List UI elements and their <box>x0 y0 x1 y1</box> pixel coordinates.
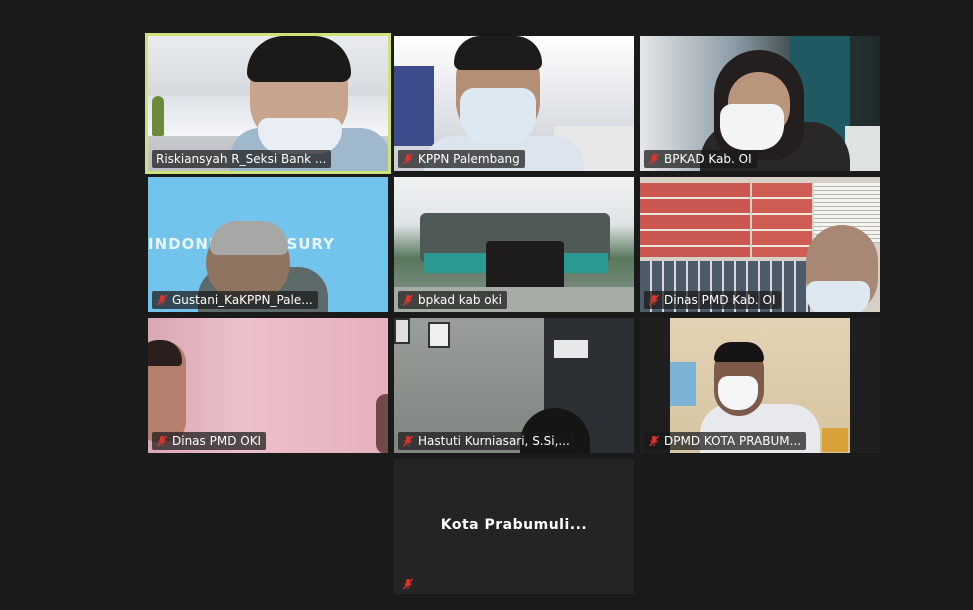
person-head <box>376 394 388 453</box>
participant-name: Dinas PMD Kab. OI <box>664 293 776 307</box>
participant-name: Riskiansyah R_Seksi Bank ... <box>156 152 327 166</box>
cabinet-label <box>554 340 588 358</box>
participant-name: KPPN Palembang <box>418 152 520 166</box>
muted-microphone-icon <box>402 153 414 165</box>
muted-microphone-icon <box>402 435 414 447</box>
shelf-files <box>752 183 812 257</box>
muted-microphone-icon <box>648 435 660 447</box>
person-hair <box>714 342 764 362</box>
participant-name: Hastuti Kurniasari, S.Si,... <box>418 434 570 448</box>
muted-microphone-icon <box>648 294 660 306</box>
face-mask <box>806 281 870 312</box>
face-mask <box>718 376 758 410</box>
participant-tile-dinas-pmd-oki[interactable]: Dinas PMD OKI <box>148 318 388 453</box>
face-mask <box>720 104 784 150</box>
participant-name-tag <box>398 577 419 591</box>
person-hair <box>210 221 288 255</box>
participant-tile-bpkad-kab-oi[interactable]: BPKAD Kab. OI <box>640 36 880 171</box>
video-background-detail <box>394 66 434 146</box>
participant-tile-kota-prabumulih[interactable]: Kota Prabumuli... <box>394 459 634 594</box>
person-hair <box>247 36 351 82</box>
participant-name-tag: Dinas PMD Kab. OI <box>644 291 781 309</box>
muted-microphone-icon <box>648 153 660 165</box>
participant-name-tag: Gustani_KaKPPN_Pale... <box>152 291 318 309</box>
participant-name: DPMD KOTA PRABUM... <box>664 434 802 448</box>
participant-name-tag: KPPN Palembang <box>398 150 525 168</box>
participant-name: Gustani_KaKPPN_Pale... <box>172 293 313 307</box>
muted-microphone-icon <box>156 294 168 306</box>
person-hair <box>148 340 182 366</box>
participant-tile-hastuti[interactable]: Hastuti Kurniasari, S.Si,... <box>394 318 634 453</box>
muted-microphone-icon <box>156 435 168 447</box>
participant-tile-dinas-pmd-kab-oi[interactable]: Dinas PMD Kab. OI <box>640 177 880 312</box>
desk-object <box>822 428 848 452</box>
participant-name-tag: Dinas PMD OKI <box>152 432 267 450</box>
wall-frame <box>428 322 450 348</box>
participant-tile-kppn-palembang[interactable]: KPPN Palembang <box>394 36 634 171</box>
participant-name-tag: DPMD KOTA PRABUM... <box>644 432 807 450</box>
face-mask <box>460 88 536 144</box>
participant-name-tag: Hastuti Kurniasari, S.Si,... <box>398 432 575 450</box>
plant-decoration <box>152 96 164 136</box>
face-mask <box>258 118 342 154</box>
participant-name: Dinas PMD OKI <box>172 434 262 448</box>
muted-microphone-icon <box>402 578 414 590</box>
participant-name-tag: Riskiansyah R_Seksi Bank ... <box>152 150 332 168</box>
participant-name-tag: BPKAD Kab. OI <box>644 150 757 168</box>
video-background-detail <box>845 126 880 171</box>
participant-name: bpkad kab oki <box>418 293 502 307</box>
shelf-files <box>640 183 750 257</box>
wall-poster <box>670 362 696 406</box>
participant-tile-gustani[interactable]: INDONE TREASURY Gustani_KaKPPN_Pale... <box>148 177 388 312</box>
participant-tile-bpkad-kab-oki[interactable]: bpkad kab oki <box>394 177 634 312</box>
participant-name-tag: bpkad kab oki <box>398 291 507 309</box>
participant-center-name: Kota Prabumuli... <box>440 517 588 533</box>
muted-microphone-icon <box>402 294 414 306</box>
participant-tile-riskiansyah[interactable]: Riskiansyah R_Seksi Bank ... <box>145 33 391 174</box>
participant-name: BPKAD Kab. OI <box>664 152 752 166</box>
wall-frame <box>394 318 410 344</box>
person-hair <box>454 36 542 70</box>
participant-tile-dpmd-kota-prabumulih[interactable]: DPMD KOTA PRABUM... <box>640 318 880 453</box>
